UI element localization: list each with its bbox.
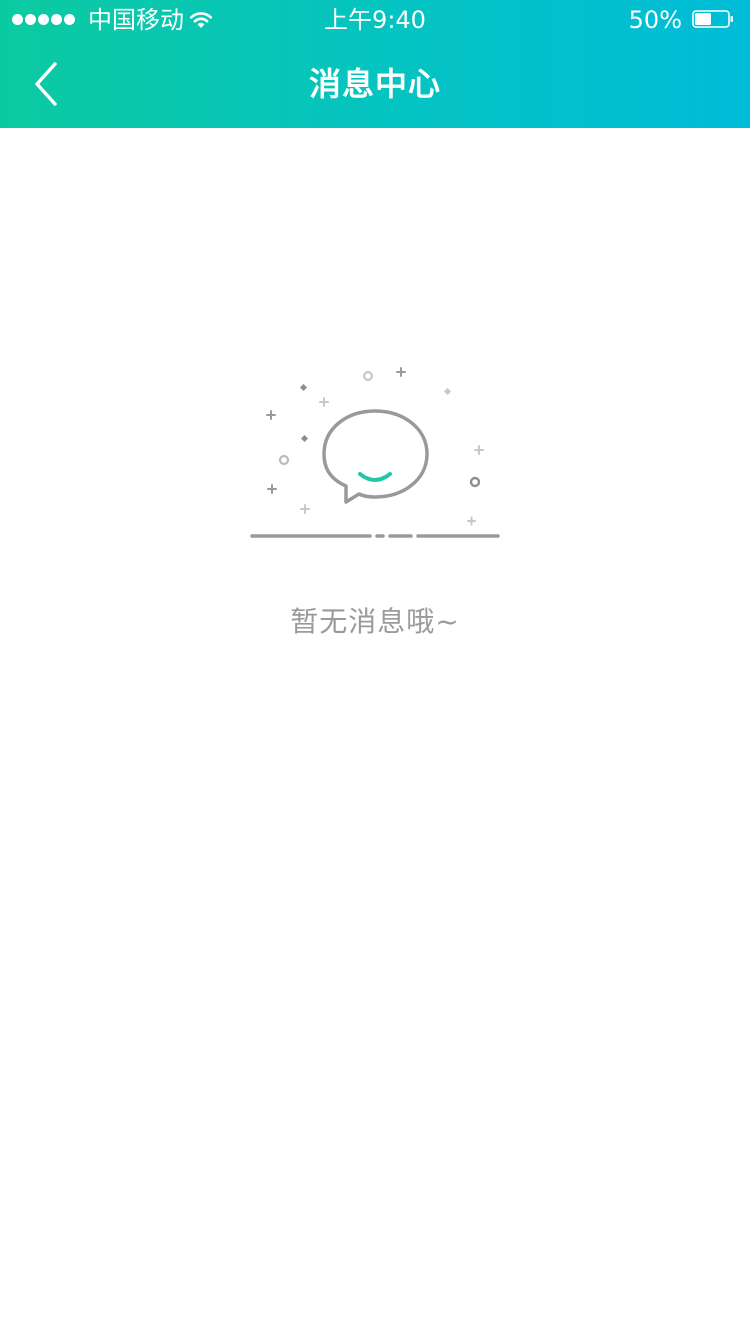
message-center-page: 中国移动 上午9:40 50% 消息中心 暂无消息哦~ [0,0,750,1334]
battery-icon [692,10,733,28]
status-bar: 中国移动 上午9:40 50% [0,0,750,40]
page-title: 消息中心 [308,65,441,103]
top-bar: 中国移动 上午9:40 50% 消息中心 [0,0,750,128]
navigation-bar: 消息中心 [0,40,750,128]
empty-state-message: 暂无消息哦~ [290,605,460,638]
smiling-chat-bubble-icon [250,367,500,538]
battery-percentage: 50% [628,6,682,34]
